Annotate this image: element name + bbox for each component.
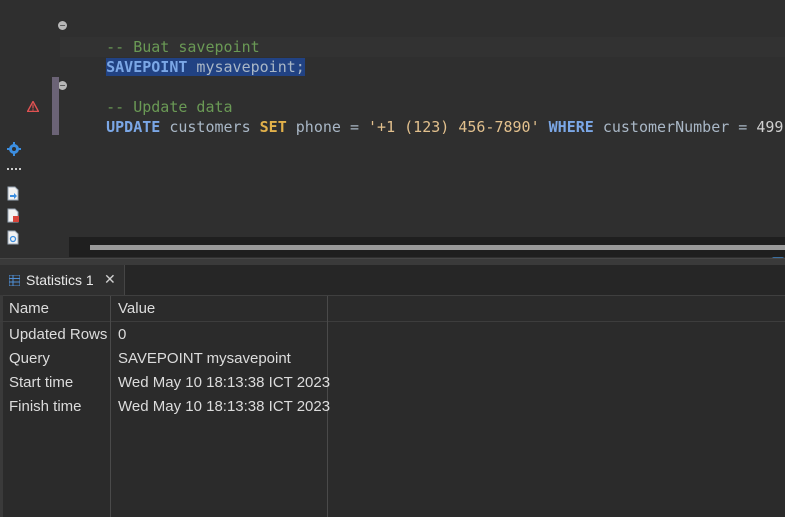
tab-statistics[interactable]: Statistics 1 ✕ (0, 265, 125, 295)
statistics-table: Name Value Updated Rows 0 Query SAVEPOIN… (0, 296, 785, 517)
panel-splitter[interactable] (0, 258, 785, 265)
sql-editor[interactable]: − − -- Buat savepoint SAVEPOINT mysavepo… (0, 0, 785, 262)
sql-keyword: SET (259, 118, 287, 136)
table-row-value[interactable]: SAVEPOINT mysavepoint (118, 347, 291, 371)
script-document-icon[interactable] (7, 230, 20, 245)
code-line-1[interactable]: -- Buat savepoint (70, 17, 260, 56)
sql-keyword: SAVEPOINT (106, 58, 188, 76)
change-marker (52, 77, 59, 135)
sql-keyword: UPDATE (106, 118, 161, 136)
more-dots-icon[interactable] (7, 166, 21, 172)
fold-collapse-icon[interactable]: − (58, 21, 67, 30)
table-row-name[interactable]: Updated Rows (9, 323, 107, 347)
horizontal-scrollbar[interactable] (69, 237, 785, 257)
sql-identifier: phone = (286, 118, 369, 136)
table-row-name[interactable]: Query (9, 347, 50, 371)
table-row-value[interactable]: Wed May 10 18:13:38 ICT 2023 (118, 371, 330, 395)
results-panel: Statistics 1 ✕ Name Value Updated Rows 0… (0, 265, 785, 517)
sql-keyword: WHERE (539, 118, 594, 136)
table-row-name[interactable]: Start time (9, 371, 73, 395)
sql-number: 499 (756, 118, 784, 136)
close-icon[interactable]: ✕ (104, 272, 116, 288)
gear-icon[interactable] (7, 142, 21, 156)
warning-icon[interactable] (27, 101, 39, 112)
column-header-name[interactable]: Name (9, 296, 109, 322)
sql-identifier: customers (160, 118, 260, 136)
tab-label: Statistics 1 (26, 272, 94, 288)
table-row-name[interactable]: Finish time (9, 395, 82, 419)
code-line-5[interactable]: UPDATE customers SET phone = '+1 (123) 4… (70, 97, 785, 136)
header-divider (0, 321, 785, 322)
script-icon[interactable] (7, 186, 20, 201)
code-line-4[interactable]: -- Update data (70, 77, 232, 116)
table-row-value[interactable]: 0 (118, 323, 126, 347)
sql-identifier: mysavepoint; (187, 58, 305, 76)
script-error-icon[interactable] (7, 208, 20, 223)
code-line-2[interactable]: SAVEPOINT mysavepoint; (70, 37, 305, 76)
results-tabbar: Statistics 1 ✕ (0, 265, 785, 296)
sql-string: '+1 (123) 456-7890' (368, 118, 540, 136)
scrollbar-thumb[interactable] (90, 245, 785, 250)
column-header-value[interactable]: Value (118, 296, 323, 322)
table-row-value[interactable]: Wed May 10 18:13:38 ICT 2023 (118, 395, 330, 419)
fold-collapse-icon[interactable]: − (58, 81, 67, 90)
grid-icon (9, 275, 20, 286)
sql-identifier: customerNumber = (593, 118, 757, 136)
column-divider (110, 296, 111, 517)
